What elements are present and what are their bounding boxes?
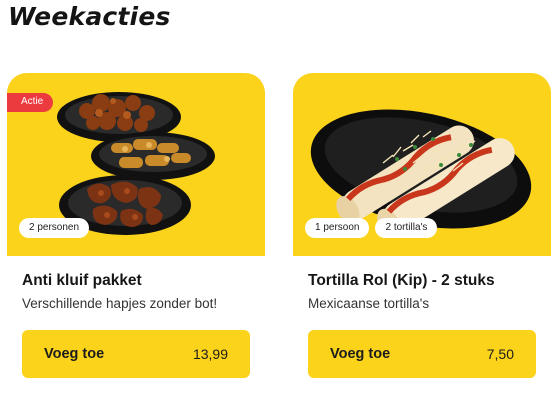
product-image[interactable]: Actie 2 personen	[7, 73, 265, 256]
product-card-anti-kluif[interactable]: Actie 2 personen Anti kluif pakket Versc…	[7, 73, 265, 400]
product-subtitle: Mexicaanse tortilla's	[308, 296, 430, 311]
persons-tag: 2 personen	[19, 218, 90, 238]
add-button-label: Voeg toe	[44, 346, 105, 362]
product-image[interactable]: 1 persoon 2 tortilla's	[293, 73, 551, 256]
add-to-cart-button[interactable]: Voeg toe 7,50	[308, 330, 536, 378]
product-title[interactable]: Tortilla Rol (Kip) - 2 stuks	[308, 272, 495, 290]
product-subtitle: Verschillende hapjes zonder bot!	[22, 296, 218, 311]
card-body: Tortilla Rol (Kip) - 2 stuks Mexicaanse …	[293, 256, 551, 400]
promo-badge: Actie	[7, 93, 54, 112]
product-price: 7,50	[486, 346, 514, 362]
section-title: Weekacties	[8, 2, 171, 31]
product-title[interactable]: Anti kluif pakket	[22, 272, 142, 290]
persons-tag: 1 persoon	[305, 218, 370, 238]
product-card-tortilla[interactable]: 1 persoon 2 tortilla's Tortilla Rol (Kip…	[293, 73, 551, 400]
product-tags: 1 persoon 2 tortilla's	[305, 218, 438, 238]
add-to-cart-button[interactable]: Voeg toe 13,99	[22, 330, 250, 378]
add-button-label: Voeg toe	[330, 346, 391, 362]
product-price: 13,99	[192, 346, 228, 362]
card-body: Anti kluif pakket Verschillende hapjes z…	[7, 256, 265, 400]
product-tags: 2 personen	[19, 218, 90, 238]
quantity-tag: 2 tortilla's	[375, 218, 438, 238]
